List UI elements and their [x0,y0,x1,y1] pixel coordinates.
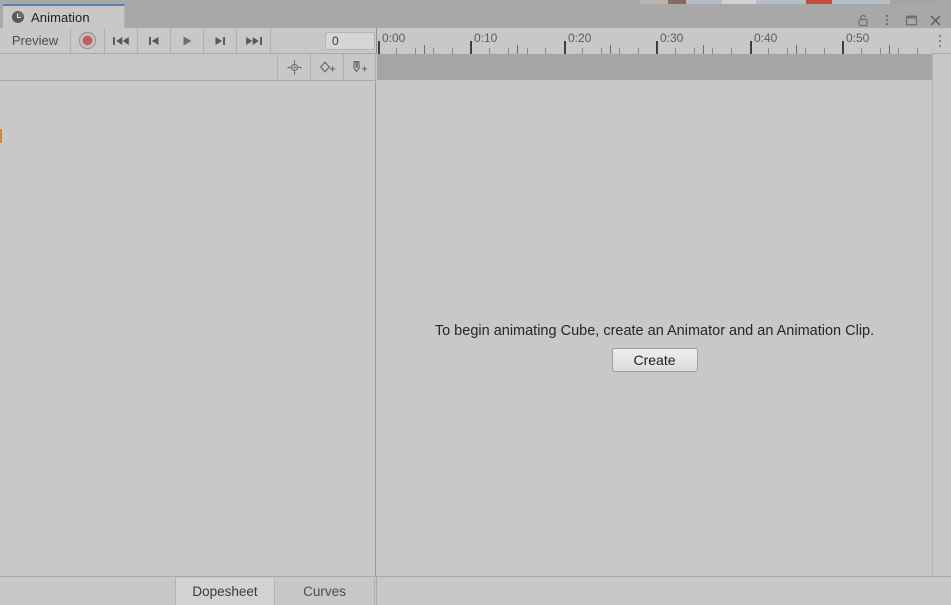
record-icon [78,31,97,50]
play-icon [183,36,192,45]
animation-window: Animation Preview 0 0:00 0:10 0:20 0:30 … [0,0,951,605]
prev-frame-icon [149,36,159,45]
empty-state-message: To begin animating Cube, create an Anima… [434,323,875,339]
next-frame-icon [215,36,225,45]
previous-keyframe-button[interactable] [138,28,171,53]
animation-content-area: To begin animating Cube, create an Anima… [377,80,932,577]
clock-icon [11,10,25,24]
current-frame-input[interactable]: 0 [325,32,375,50]
record-button[interactable] [71,28,105,53]
create-button[interactable]: Create [611,348,698,372]
current-frame-value: 0 [332,34,339,48]
window-tabbar: Animation [0,4,951,28]
panel-accent-marker [0,129,2,143]
right-gutter [932,54,951,577]
ruler-label-0: 0:00 [382,31,406,45]
skip-to-start-button[interactable] [105,28,138,53]
timeline-ruler[interactable]: 0:00 0:10 0:20 0:30 0:40 0:50 [376,28,932,54]
keyframe-toolbar [0,54,376,81]
ruler-label-4: 0:40 [754,31,778,45]
timeline-track-band [377,54,932,80]
marker-plus-icon [353,60,368,72]
ruler-label-5: 0:50 [846,31,870,45]
skip-end-icon [245,36,262,45]
preview-button[interactable]: Preview [0,28,71,53]
skip-start-icon [113,36,129,45]
diamond-plus-icon [319,60,335,73]
play-button[interactable] [171,28,204,53]
target-icon [287,60,301,74]
skip-to-end-button[interactable] [237,28,271,53]
ruler-label-2: 0:20 [568,31,592,45]
next-keyframe-button[interactable] [204,28,237,53]
ruler-label-3: 0:30 [660,31,684,45]
add-property-button[interactable] [277,54,310,80]
kebab-menu-icon [938,34,942,48]
tab-curves[interactable]: Curves [275,578,375,605]
tab-animation[interactable]: Animation [3,4,125,28]
ruler-label-1: 0:10 [474,31,498,45]
timeline-options-menu[interactable] [932,28,948,54]
bottom-tabbar: Dopesheet Curves [0,577,951,605]
property-list-panel[interactable] [0,81,376,577]
add-event-button[interactable] [343,54,376,80]
bottom-panel-divider [376,577,377,605]
add-keyframe-button[interactable] [310,54,343,80]
tab-dopesheet[interactable]: Dopesheet [175,578,275,605]
tab-animation-label: Animation [31,9,90,25]
